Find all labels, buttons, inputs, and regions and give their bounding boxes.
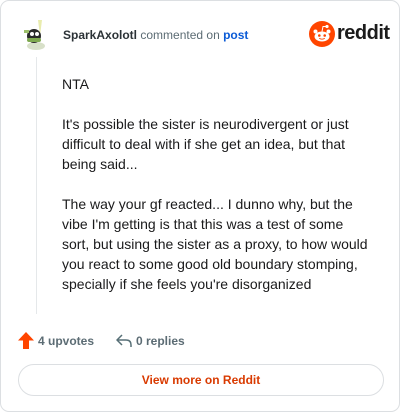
replies-count: 0 replies (136, 334, 185, 348)
upvote-button[interactable]: 4 upvotes (18, 331, 98, 351)
user-avatar[interactable] (21, 18, 51, 51)
embedded-comment-card: SparkAxolotl commented on post reddit NT… (0, 0, 400, 412)
reply-arrow-icon (116, 334, 132, 347)
comment-body: NTA It's possible the sister is neurodiv… (62, 74, 372, 314)
replies-button[interactable]: 0 replies (116, 331, 206, 351)
comment-header: SparkAxolotl commented on post reddit (21, 18, 390, 52)
upvote-arrow-icon (18, 332, 34, 349)
post-link[interactable]: post (223, 28, 248, 42)
action-text: commented on (140, 28, 220, 42)
reddit-logo[interactable]: reddit (309, 21, 390, 47)
thread-line (36, 57, 37, 314)
reddit-wordmark: reddit (337, 22, 390, 44)
comment-meta: SparkAxolotl commented on post (63, 28, 248, 42)
view-more-button[interactable]: View more on Reddit (18, 364, 384, 396)
username-link[interactable]: SparkAxolotl (63, 28, 137, 42)
comment-paragraph: The way your gf reacted... I dunno why, … (62, 196, 368, 292)
comment-paragraph: It's possible the sister is neurodiverge… (62, 116, 349, 172)
comment-paragraph: NTA (62, 76, 89, 92)
upvote-count: 4 upvotes (38, 334, 95, 348)
reddit-snoo-icon (309, 21, 335, 47)
